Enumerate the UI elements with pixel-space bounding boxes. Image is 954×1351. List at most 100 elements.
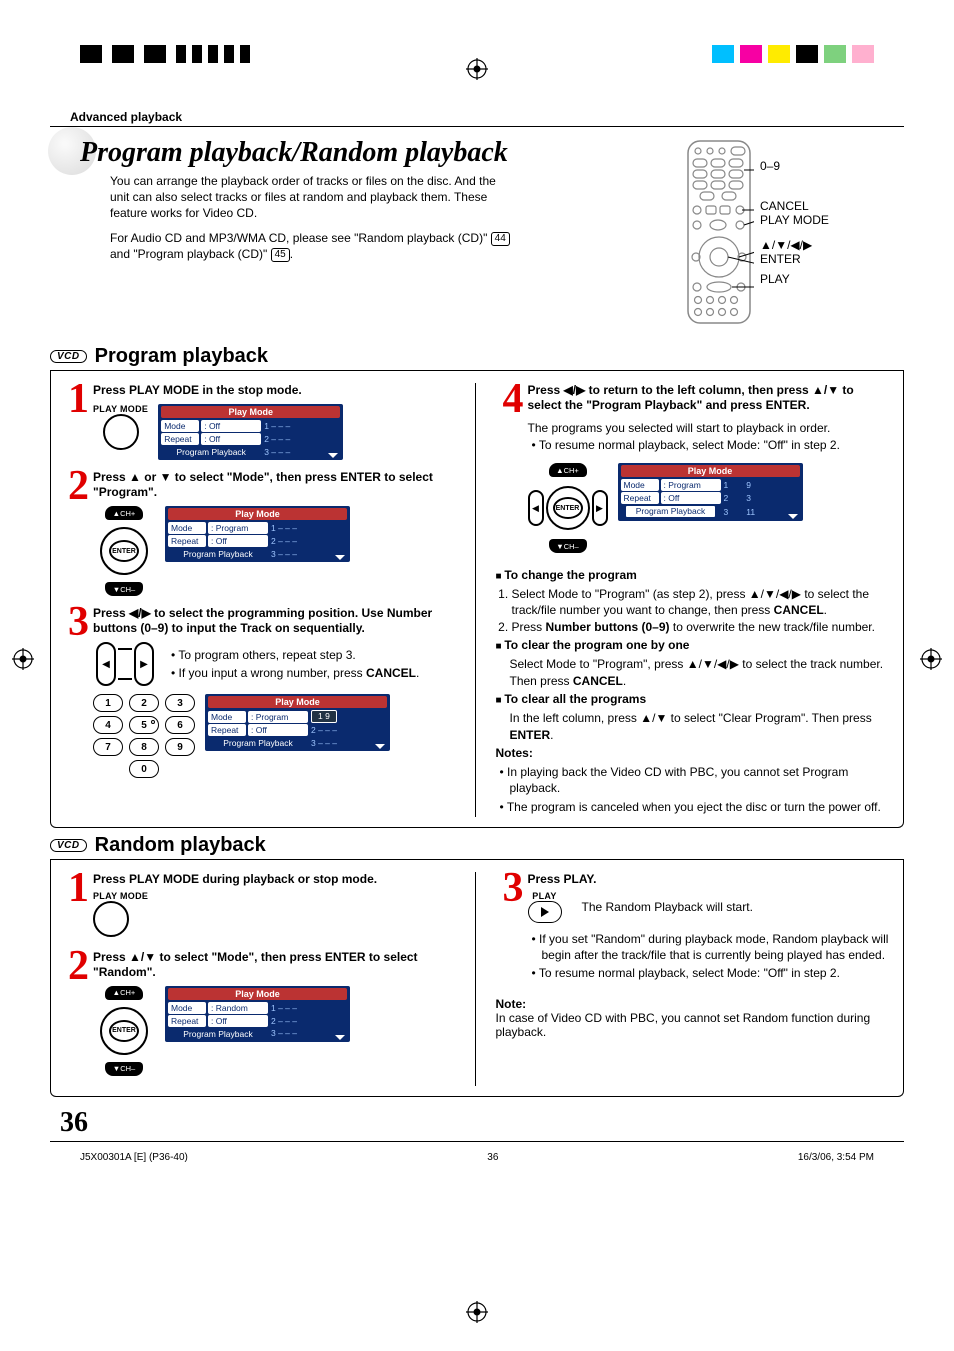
random-columns: 1 Press PLAY MODE during playback or sto… xyxy=(50,860,904,1097)
column-divider xyxy=(475,383,476,817)
list-item: Select Mode to "Program" (as step 2), pr… xyxy=(512,586,890,618)
step-head: Press PLAY MODE during playback or stop … xyxy=(93,872,455,887)
text: Select Mode to "Program", press ▲/▼/◀/▶ … xyxy=(496,656,890,690)
registration-mark-icon xyxy=(920,648,942,670)
notes-block: To change the program Select Mode to "Pr… xyxy=(496,567,890,815)
osd-panel: Play Mode Mode: Off1 – – – Repeat: Off2 … xyxy=(158,404,343,460)
step-3: 3 Press ◀/▶ to select the programming po… xyxy=(61,606,455,778)
step-head: Press ◀/▶ to return to the left column, … xyxy=(528,383,890,413)
play-mode-button-icon xyxy=(103,414,139,450)
remote-label: PLAY MODE xyxy=(760,214,829,228)
step-head: Press ▲/▼ to select "Mode", then press E… xyxy=(93,950,455,980)
list-item: To resume normal playback, select Mode: … xyxy=(532,965,890,981)
step-number: 1 xyxy=(61,383,89,460)
button-label: PLAY MODE xyxy=(93,404,148,414)
step-1: 1 Press PLAY MODE in the stop mode. PLAY… xyxy=(61,383,455,460)
list-item: Press Number buttons (0–9) to overwrite … xyxy=(512,619,890,635)
button-label: PLAY xyxy=(528,891,562,901)
footer: J5X00301A [E] (P36-40) 36 16/3/06, 3:54 … xyxy=(50,1152,904,1163)
dpad-full-icon: ▲CH+ ◀ ENTER ▶ ▼CH– xyxy=(528,463,608,553)
list-item: In playing back the Video CD with PBC, y… xyxy=(500,764,890,796)
arrow-down-icon xyxy=(335,1035,345,1040)
step-4: 4 Press ◀/▶ to return to the left column… xyxy=(496,383,890,553)
notes-head: Notes: xyxy=(496,746,533,760)
left-right-pad-icon: ◀▶ xyxy=(93,642,157,686)
registration-mark-icon xyxy=(12,648,34,670)
footer-right: 16/3/06, 3:54 PM xyxy=(798,1152,874,1163)
note-head: Note: xyxy=(496,997,527,1011)
step-head: Press ▲ or ▼ to select "Mode", then pres… xyxy=(93,470,455,500)
play-button-icon xyxy=(528,901,562,923)
subhead: To change the program xyxy=(504,568,636,582)
step-number: 3 xyxy=(61,606,89,778)
step-2: 2 Press ▲ or ▼ to select "Mode", then pr… xyxy=(61,470,455,596)
step-text: The Random Playback will start. xyxy=(582,900,753,914)
registration-mark-icon xyxy=(466,1301,488,1323)
list-item: If you input a wrong number, press CANCE… xyxy=(171,665,455,681)
intro-p1: You can arrange the playback order of tr… xyxy=(110,173,510,222)
remote-label: ENTER xyxy=(760,253,829,267)
step-number: 3 xyxy=(496,872,524,984)
dpad-icon: ▲CH+ ENTER ▼CH– xyxy=(93,986,155,1076)
section-header-random: VCD Random playback xyxy=(50,834,904,860)
remote-label: CANCEL xyxy=(760,200,829,214)
remote-icon xyxy=(684,137,754,327)
button-label: PLAY MODE xyxy=(93,891,455,901)
step-head: Press PLAY MODE in the stop mode. xyxy=(93,383,455,398)
note-text: In case of Video CD with PBC, you cannot… xyxy=(496,1011,890,1039)
subhead: To clear all the programs xyxy=(504,692,646,706)
step-head: Press ◀/▶ to select the programming posi… xyxy=(93,606,455,636)
intro-p2: For Audio CD and MP3/WMA CD, please see … xyxy=(110,230,510,262)
subhead: To clear the program one by one xyxy=(504,638,689,652)
arrow-down-icon xyxy=(788,514,798,519)
arrow-down-icon xyxy=(335,555,345,560)
intro-text: You can arrange the playback order of tr… xyxy=(110,173,510,262)
text: In the left column, press ▲/▼ to select … xyxy=(496,710,890,744)
osd-panel: Play Mode Mode: Program1 9 Repeat: Off2 … xyxy=(205,694,390,751)
step-number: 2 xyxy=(61,470,89,596)
arrow-down-icon xyxy=(328,453,338,458)
random-note: Note: In case of Video CD with PBC, you … xyxy=(496,997,890,1039)
osd-panel: Play Mode Mode: Random1 – – – Repeat: Of… xyxy=(165,986,350,1042)
list-item: If you set "Random" during playback mode… xyxy=(532,931,890,963)
section-title: Program playback xyxy=(95,345,268,368)
number-pad-icon: 1 2 3 4 5 6 7 8 9 xyxy=(93,694,195,756)
page-title-text: Program playback/Random playback xyxy=(80,137,508,168)
footer-left: J5X00301A [E] (P36-40) xyxy=(80,1152,188,1163)
osd-panel: Play Mode Mode: Program19 Repeat: Off23 … xyxy=(618,463,803,521)
arrow-down-icon xyxy=(375,744,385,749)
list-item: The program is canceled when you eject t… xyxy=(500,799,890,815)
play-mode-button-icon xyxy=(93,901,129,937)
random-step-2: 2 Press ▲/▼ to select "Mode", then press… xyxy=(61,950,455,1076)
dpad-icon: ▲CH+ ENTER ▼CH– xyxy=(93,506,155,596)
list-item: To program others, repeat step 3. xyxy=(171,647,455,663)
step-number: 1 xyxy=(61,872,89,940)
registration-mark-icon xyxy=(466,58,488,80)
header-section: Advanced playback xyxy=(70,110,904,124)
section-title: Random playback xyxy=(95,834,266,857)
remote-diagram: 0–9 CANCEL PLAY MODE ▲/▼/◀/▶ ENTER PLAY xyxy=(684,137,904,327)
rule xyxy=(50,126,904,127)
step-number: 2 xyxy=(61,950,89,1076)
vcd-badge: VCD xyxy=(50,839,87,852)
vcd-badge: VCD xyxy=(50,350,87,363)
list-item: To resume normal playback, select Mode: … xyxy=(532,437,890,453)
osd-panel: Play Mode Mode: Program1 – – – Repeat: O… xyxy=(165,506,350,562)
page-ref: 45 xyxy=(271,248,290,262)
page-title: Program playback/Random playback xyxy=(80,137,664,169)
remote-label: 0–9 xyxy=(760,160,829,174)
page-ref: 44 xyxy=(491,232,510,246)
random-step-1: 1 Press PLAY MODE during playback or sto… xyxy=(61,872,455,940)
step-text: The programs you selected will start to … xyxy=(528,421,890,435)
column-divider xyxy=(475,872,476,1086)
step-head: Press PLAY. xyxy=(528,872,890,887)
page-number: 36 xyxy=(60,1107,904,1139)
footer-mid: 36 xyxy=(487,1152,498,1163)
rule xyxy=(50,1141,904,1142)
remote-label: ▲/▼/◀/▶ xyxy=(760,239,829,253)
random-step-3: 3 Press PLAY. PLAY The Random Playback w… xyxy=(496,872,890,984)
program-columns: 1 Press PLAY MODE in the stop mode. PLAY… xyxy=(50,371,904,828)
step-number: 4 xyxy=(496,383,524,553)
section-header-program: VCD Program playback xyxy=(50,345,904,371)
page: Advanced playback Program playback/Rando… xyxy=(0,0,954,1351)
